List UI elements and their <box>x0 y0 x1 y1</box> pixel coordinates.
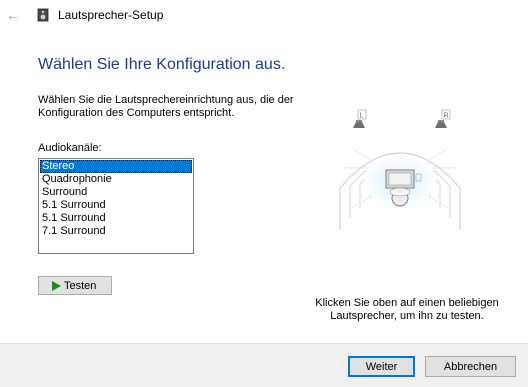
page-heading: Wählen Sie Ihre Konfiguration aus. <box>38 56 286 73</box>
right-speaker-icon[interactable]: R <box>435 109 451 128</box>
left-speaker-icon[interactable]: L <box>353 109 367 128</box>
speaker-app-icon <box>37 8 49 22</box>
audio-channels-label: Audiokanäle: <box>38 142 102 154</box>
test-button[interactable]: Testen <box>38 276 112 295</box>
title-bar: ← Lautsprecher-Setup <box>0 0 528 32</box>
play-icon <box>52 280 61 291</box>
audio-channels-listbox[interactable]: Stereo Quadrophonie Surround 5.1 Surround 5.… <box>38 158 194 254</box>
speaker-diagram: L R <box>339 109 461 230</box>
right-speaker-label: R <box>444 113 449 120</box>
audio-channel-option[interactable]: Stereo <box>40 160 192 173</box>
test-button-label: Testen <box>64 279 97 292</box>
footer-bar: Weiter Abbrechen <box>0 343 528 387</box>
window-title: Lautsprecher-Setup <box>58 8 164 22</box>
audio-channel-option[interactable]: 5.1 Surround <box>40 199 192 212</box>
audio-channel-option[interactable]: Quadrophonie <box>40 173 192 186</box>
left-speaker-label: L <box>360 113 364 120</box>
audio-channel-option[interactable]: 7.1 Surround <box>40 225 192 238</box>
page-description: Wählen Sie die Lautsprechereinrichtung a… <box>38 94 294 119</box>
next-button[interactable]: Weiter <box>348 356 415 377</box>
cancel-button[interactable]: Abbrechen <box>425 356 516 377</box>
back-arrow-icon[interactable]: ← <box>6 7 20 23</box>
audio-channel-option[interactable]: 5.1 Surround <box>40 212 192 225</box>
audio-channel-option[interactable]: Surround <box>40 186 192 199</box>
diagram-hint: Klicken Sie oben auf einen beliebigen La… <box>315 297 499 322</box>
